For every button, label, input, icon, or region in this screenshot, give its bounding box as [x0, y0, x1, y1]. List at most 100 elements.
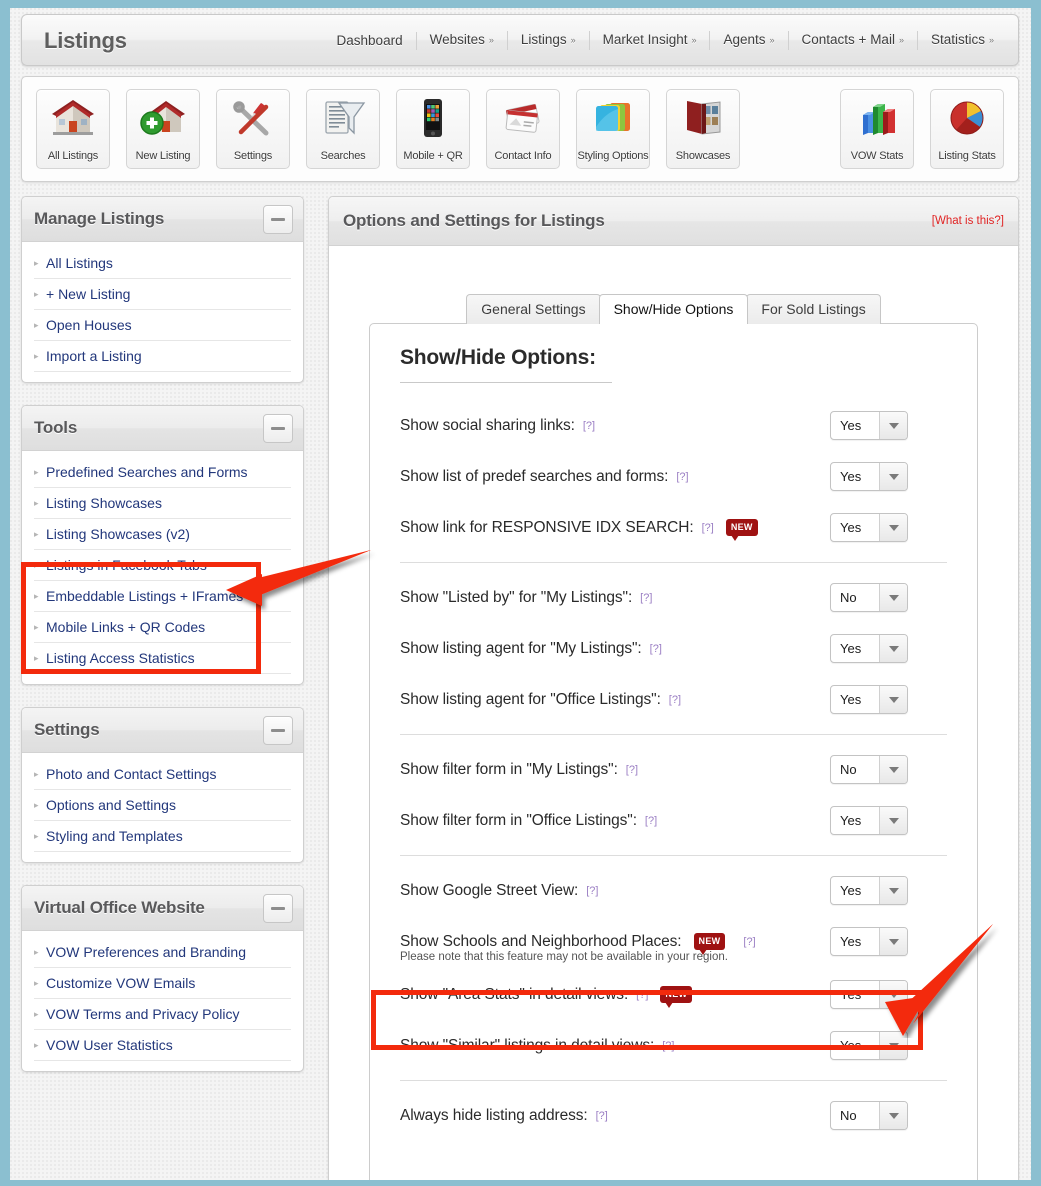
chevron-down-icon[interactable]	[879, 756, 907, 783]
sidebar-item-options-and-settings[interactable]: ▸ Options and Settings	[34, 790, 291, 821]
what-is-this-link[interactable]: [What is this?]	[932, 215, 1004, 227]
chevron-right-icon: ▸	[34, 528, 39, 539]
yes-no-dropdown[interactable]: Yes	[830, 685, 908, 714]
sidebar-item-label: Listing Showcases	[46, 495, 162, 511]
sidebar-item-vow-preferences-and-branding[interactable]: ▸ VOW Preferences and Branding	[34, 937, 291, 968]
chevron-down-icon[interactable]	[879, 928, 907, 955]
option-control: Yes	[830, 685, 908, 714]
chevron-down-icon[interactable]	[879, 981, 907, 1008]
minus-icon[interactable]	[263, 716, 293, 745]
tab-for-sold-listings[interactable]: For Sold Listings	[746, 294, 881, 324]
help-icon[interactable]: [?]	[626, 764, 638, 776]
nav-item-agents[interactable]: Agents»	[710, 31, 789, 50]
pie-chart-icon	[944, 97, 990, 144]
sidebar-panel-header: Settings	[22, 708, 303, 753]
toolbar-button-contact-info[interactable]: Contact Info	[486, 89, 560, 169]
toolbar-button-settings[interactable]: Settings	[216, 89, 290, 169]
option-row: Show listing agent for "My Listings": [?]…	[400, 623, 947, 674]
chevron-down-icon[interactable]	[879, 412, 907, 439]
help-icon[interactable]: [?]	[650, 643, 662, 655]
sidebar-item-customize-vow-emails[interactable]: ▸ Customize VOW Emails	[34, 968, 291, 999]
chevron-down-icon[interactable]	[879, 1032, 907, 1059]
icon-toolbar-inner: All Listings New Listing Settings Searches M…	[22, 77, 1018, 181]
sidebar-item-all-listings[interactable]: ▸ All Listings	[34, 248, 291, 279]
chevron-down-icon[interactable]	[879, 877, 907, 904]
sidebar-item-label: Photo and Contact Settings	[46, 766, 217, 782]
chevron-down-icon[interactable]	[879, 514, 907, 541]
nav-item-websites[interactable]: Websites»	[417, 31, 508, 50]
yes-no-dropdown[interactable]: Yes	[830, 876, 908, 905]
chevron-down-icon[interactable]	[879, 1102, 907, 1129]
help-icon[interactable]: [?]	[586, 885, 598, 897]
yes-no-dropdown[interactable]: Yes	[830, 980, 908, 1009]
help-icon[interactable]: [?]	[702, 522, 714, 534]
sidebar-item-open-houses[interactable]: ▸ Open Houses	[34, 310, 291, 341]
help-icon[interactable]: [?]	[636, 989, 648, 1001]
yes-no-dropdown[interactable]: Yes	[830, 634, 908, 663]
sidebar-item-vow-user-statistics[interactable]: ▸ VOW User Statistics	[34, 1030, 291, 1061]
help-icon[interactable]: [?]	[743, 936, 755, 948]
help-icon[interactable]: [?]	[662, 1040, 674, 1052]
minus-icon[interactable]	[263, 205, 293, 234]
help-icon[interactable]: [?]	[669, 694, 681, 706]
sidebar-item-vow-terms-and-privacy-policy[interactable]: ▸ VOW Terms and Privacy Policy	[34, 999, 291, 1030]
toolbar-button-new-listing[interactable]: New Listing	[126, 89, 200, 169]
nav-item-market-insight[interactable]: Market Insight»	[590, 31, 711, 50]
tab-show-hide-options[interactable]: Show/Hide Options	[598, 294, 749, 325]
toolbar-button-listing-stats[interactable]: Listing Stats	[930, 89, 1004, 169]
sidebar-item-styling-and-templates[interactable]: ▸ Styling and Templates	[34, 821, 291, 852]
nav-item-contacts-mail[interactable]: Contacts + Mail»	[789, 31, 918, 50]
nav-item-statistics[interactable]: Statistics»	[918, 31, 1004, 50]
help-icon[interactable]: [?]	[676, 471, 688, 483]
dropdown-value: Yes	[840, 520, 862, 535]
yes-no-dropdown[interactable]: Yes	[830, 806, 908, 835]
toolbar-button-styling-options[interactable]: Styling Options	[576, 89, 650, 169]
sidebar-item-photo-and-contact-settings[interactable]: ▸ Photo and Contact Settings	[34, 759, 291, 790]
option-row: Show filter form in "Office Listings": [?…	[400, 795, 947, 846]
help-icon[interactable]: [?]	[596, 1110, 608, 1122]
yes-no-dropdown[interactable]: Yes	[830, 927, 908, 956]
sidebar-item-mobile-links-qr-codes[interactable]: ▸ Mobile Links + QR Codes	[34, 612, 291, 643]
chevron-down-icon[interactable]	[879, 463, 907, 490]
minus-icon[interactable]	[263, 894, 293, 923]
yes-no-dropdown[interactable]: Yes	[830, 411, 908, 440]
sidebar-panel-title: Virtual Office Website	[34, 898, 205, 917]
sidebar-item-listing-showcases-v2[interactable]: ▸ Listing Showcases (v2)	[34, 519, 291, 550]
minus-icon[interactable]	[263, 414, 293, 443]
nav-item-dashboard[interactable]: Dashboard	[324, 31, 417, 50]
help-icon[interactable]: [?]	[645, 815, 657, 827]
yes-no-dropdown[interactable]: No	[830, 755, 908, 784]
toolbar-button-vow-stats[interactable]: VOW Stats	[840, 89, 914, 169]
nav-item-listings[interactable]: Listings»	[508, 31, 590, 50]
sidebar-item-listing-showcases[interactable]: ▸ Listing Showcases	[34, 488, 291, 519]
chevron-down-icon[interactable]	[879, 686, 907, 713]
toolbar-button-mobile-qr[interactable]: Mobile + QR	[396, 89, 470, 169]
option-row: Show link for RESPONSIVE IDX SEARCH: [?] N…	[400, 502, 947, 553]
sidebar-item-import-a-listing[interactable]: ▸ Import a Listing	[34, 341, 291, 372]
tab-general-settings[interactable]: General Settings	[466, 294, 601, 324]
sidebar-item-label: + New Listing	[46, 286, 131, 302]
sidebar-item-predefined-searches-and-forms[interactable]: ▸ Predefined Searches and Forms	[34, 457, 291, 488]
yes-no-dropdown[interactable]: Yes	[830, 1031, 908, 1060]
chevron-down-icon[interactable]	[879, 635, 907, 662]
chevron-down-icon[interactable]	[879, 807, 907, 834]
help-icon[interactable]: [?]	[583, 420, 595, 432]
yes-no-dropdown[interactable]: Yes	[830, 462, 908, 491]
nav-item-label: Market Insight	[602, 32, 688, 47]
main-panel: Options and Settings for Listings [What …	[328, 196, 1019, 1180]
sidebar-item-label: All Listings	[46, 255, 113, 271]
yes-no-dropdown[interactable]: No	[830, 583, 908, 612]
sidebar-item-listings-in-facebook-tabs[interactable]: ▸ Listings in Facebook Tabs	[34, 550, 291, 581]
sidebar-item-listing-access-statistics[interactable]: ▸ Listing Access Statistics	[34, 643, 291, 674]
help-icon[interactable]: [?]	[640, 592, 652, 604]
toolbar-button-searches[interactable]: Searches	[306, 89, 380, 169]
sidebar-item-label: Mobile Links + QR Codes	[46, 619, 206, 635]
yes-no-dropdown[interactable]: No	[830, 1101, 908, 1130]
yes-no-dropdown[interactable]: Yes	[830, 513, 908, 542]
sidebar-item-embeddable-listings-iframes[interactable]: ▸ Embeddable Listings + IFrames	[34, 581, 291, 612]
option-control: Yes	[830, 1031, 908, 1060]
sidebar-item-new-listing[interactable]: ▸ + New Listing	[34, 279, 291, 310]
toolbar-button-showcases[interactable]: Showcases	[666, 89, 740, 169]
toolbar-button-all-listings[interactable]: All Listings	[36, 89, 110, 169]
chevron-down-icon[interactable]	[879, 584, 907, 611]
